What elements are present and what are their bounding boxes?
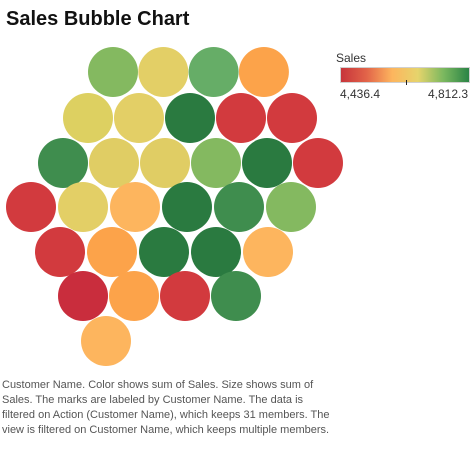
bubble-mark[interactable] — [191, 227, 241, 277]
bubble-mark[interactable] — [140, 138, 190, 188]
bubble-mark[interactable] — [165, 93, 215, 143]
bubble-mark[interactable] — [216, 93, 266, 143]
bubble-mark[interactable] — [138, 47, 189, 97]
bubble-mark[interactable] — [162, 182, 212, 232]
legend-max-label: 4,812.3 — [428, 87, 469, 101]
bubble-mark[interactable] — [87, 227, 137, 277]
bubble-mark[interactable] — [63, 93, 113, 143]
legend-title: Sales — [336, 51, 367, 65]
bubble-mark[interactable] — [139, 227, 189, 277]
bubble-mark[interactable] — [266, 182, 316, 232]
bubble-mark[interactable] — [6, 182, 56, 232]
bubble-mark[interactable] — [214, 182, 264, 232]
bubble-mark[interactable] — [110, 182, 160, 232]
bubble-mark[interactable] — [243, 227, 293, 277]
bubble-mark[interactable] — [191, 138, 241, 188]
bubble-mark[interactable] — [114, 93, 164, 143]
bubble-mark[interactable] — [211, 271, 261, 321]
bubble-mark[interactable] — [58, 182, 108, 232]
bubble-mark[interactable] — [188, 47, 239, 97]
bubble-mark[interactable] — [38, 138, 88, 188]
bubble-mark[interactable] — [35, 227, 85, 277]
bubble-mark[interactable] — [293, 138, 343, 188]
chart-caption: Customer Name. Color shows sum of Sales.… — [2, 379, 330, 436]
bubble-mark[interactable] — [109, 271, 159, 321]
bubble-mark[interactable] — [242, 138, 292, 188]
bubble-mark[interactable] — [160, 271, 210, 321]
bubble-mark[interactable] — [89, 138, 139, 188]
bubble-mark[interactable] — [267, 93, 317, 143]
legend-marker — [406, 80, 407, 85]
legend-min-label: 4,436.4 — [340, 87, 381, 101]
bubble-mark[interactable] — [238, 47, 289, 97]
legend-color-bar — [340, 67, 470, 83]
bubble-mark[interactable] — [81, 316, 131, 366]
bubble-mark[interactable] — [88, 47, 138, 97]
bubble-mark[interactable] — [58, 271, 108, 321]
